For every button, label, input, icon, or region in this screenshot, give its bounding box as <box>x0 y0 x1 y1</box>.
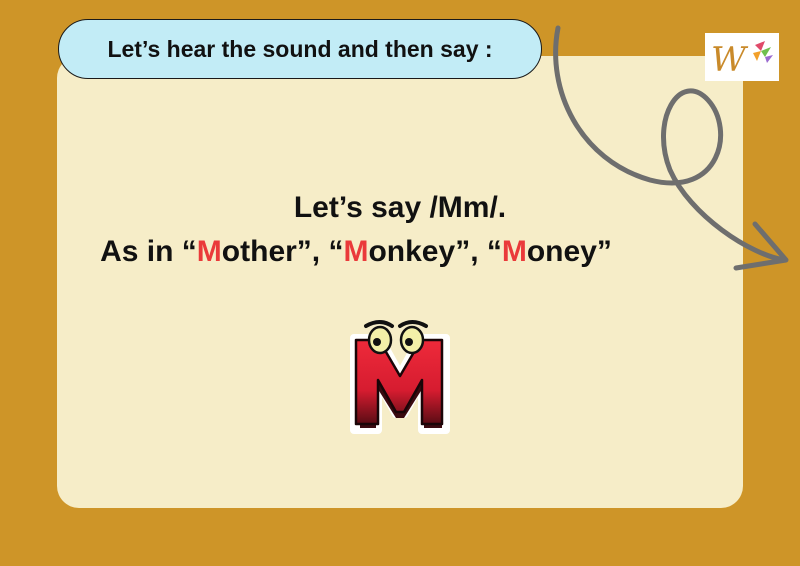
instruction-bubble: Let’s hear the sound and then say : <box>58 19 542 79</box>
headline: Let’s say /Mm/. As in “Mother”, “Monkey”… <box>57 186 743 274</box>
example-1-rest: other <box>221 235 297 268</box>
example-1-highlight: M <box>196 235 222 268</box>
example-suffix: ” <box>596 235 612 268</box>
example-prefix: As in “ <box>100 235 197 268</box>
headline-line-2: As in “Mother”, “Monkey”, “Money” <box>0 230 743 274</box>
instruction-text: Let’s hear the sound and then say : <box>107 35 493 62</box>
cartoon-letter-m-icon <box>350 320 450 434</box>
example-3-rest: oney <box>526 235 597 268</box>
example-separator-1: ”, “ <box>296 235 344 268</box>
example-2-rest: onkey <box>368 235 456 268</box>
headline-line-1: Let’s say /Mm/. <box>293 191 507 224</box>
example-separator-2: ”, “ <box>455 235 502 268</box>
example-3-highlight: M <box>501 235 527 268</box>
example-2-highlight: M <box>343 235 369 268</box>
